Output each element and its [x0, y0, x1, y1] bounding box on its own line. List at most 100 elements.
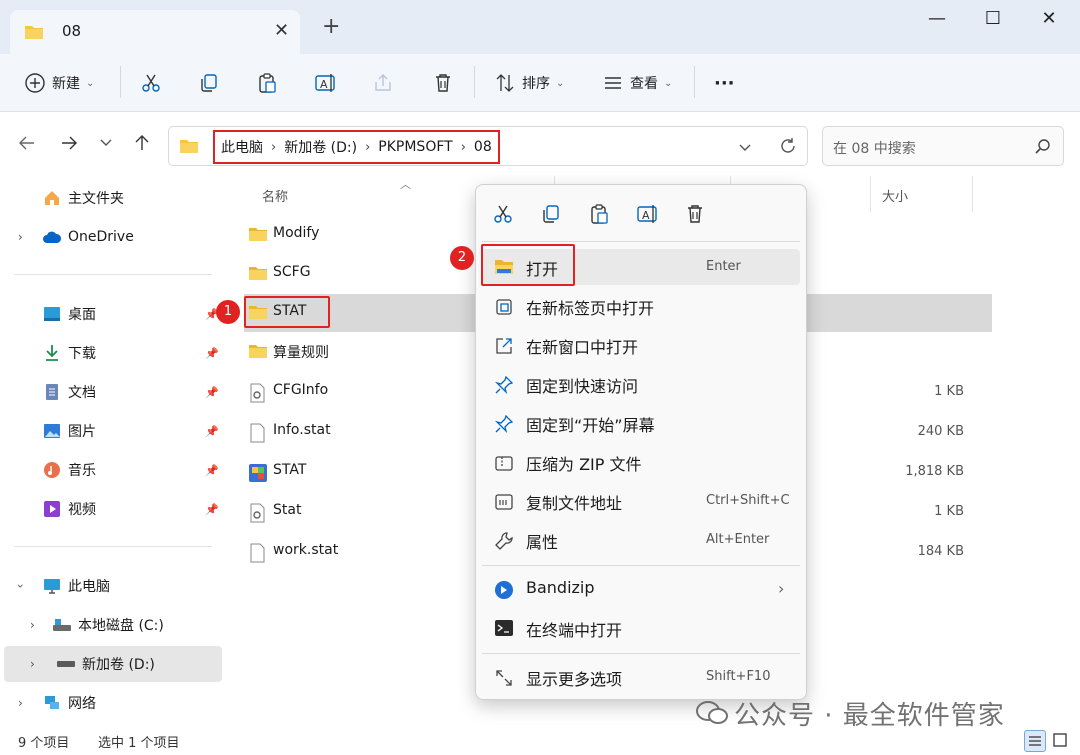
file-name: Stat — [273, 502, 302, 518]
sidebar-item-music[interactable]: 音乐 📌 — [0, 452, 222, 488]
file-size: 240 KB — [917, 424, 964, 439]
submenu-chevron-icon: › — [778, 579, 785, 598]
sidebar-item-label: 图片 — [68, 424, 96, 440]
menu-item-open-terminal[interactable]: 在终端中打开 — [482, 610, 800, 646]
rename-icon[interactable]: A — [636, 203, 660, 229]
context-menu: A 打开 Enter 在新标签页中打开 在新窗口中打开 固定到快速访问 固定到“… — [475, 184, 807, 700]
address-dropdown-icon[interactable] — [737, 139, 753, 159]
pin-icon[interactable]: 📌 — [205, 503, 219, 516]
new-label: 新建 — [52, 76, 80, 92]
column-divider[interactable] — [870, 176, 871, 212]
trash-icon — [436, 74, 450, 92]
menu-item-label: 固定到“开始”屏幕 — [526, 416, 655, 435]
crumb-separator[interactable]: › — [461, 140, 466, 155]
crumb-08[interactable]: 08 — [474, 139, 492, 155]
refresh-icon[interactable] — [779, 137, 797, 159]
recent-chevron-icon[interactable] — [98, 134, 114, 154]
sidebar-item-desktop[interactable]: 桌面 📌 — [0, 296, 222, 332]
crumb-thispc[interactable]: 此电脑 — [221, 137, 263, 157]
sidebar-item-label: OneDrive — [68, 229, 134, 245]
copy-icon[interactable] — [540, 203, 562, 229]
back-arrow-icon[interactable] — [18, 134, 36, 156]
menu-item-compress-zip[interactable]: 压缩为 ZIP 文件 — [482, 444, 800, 480]
tab-close-icon[interactable]: ✕ — [274, 20, 289, 41]
column-header-size[interactable]: 大小 — [882, 186, 908, 205]
title-bar: 08 ✕ + — ☐ ✕ — [0, 0, 1080, 54]
share-icon — [375, 74, 391, 91]
step-badge-1: 1 — [216, 300, 240, 324]
menu-item-open-new-tab[interactable]: 在新标签页中打开 — [482, 288, 800, 324]
forward-arrow-icon[interactable] — [60, 134, 78, 156]
search-box[interactable]: 在 08 中搜索 — [822, 126, 1064, 166]
up-arrow-icon[interactable] — [133, 134, 151, 156]
pin-icon[interactable]: 📌 — [205, 464, 219, 477]
sidebar-item-downloads[interactable]: 下载 📌 — [0, 335, 222, 371]
share-button[interactable] — [372, 68, 394, 98]
cut-button[interactable] — [140, 68, 162, 98]
view-button[interactable]: 查看 ⌄ — [602, 68, 672, 98]
picture-icon — [42, 421, 62, 441]
crumb-separator[interactable]: › — [365, 140, 370, 155]
new-tab-button[interactable]: + — [322, 16, 340, 38]
sort-ascending-icon: ︿ — [400, 178, 411, 191]
folder-icon — [248, 265, 268, 285]
sidebar-item-documents[interactable]: 文档 📌 — [0, 374, 222, 410]
file-name: Modify — [273, 225, 320, 241]
sidebar-item-thispc[interactable]: 此电脑 — [0, 568, 222, 604]
menu-item-show-more[interactable]: 显示更多选项 Shift+F10 — [482, 659, 800, 695]
bandizip-icon — [494, 580, 514, 600]
column-header-name[interactable]: 名称 — [262, 186, 288, 205]
crumb-pkpmsoft[interactable]: PKPMSOFT — [378, 139, 452, 155]
desktop-icon — [42, 304, 62, 324]
tiles-view-button[interactable] — [1050, 730, 1072, 752]
minimize-button[interactable]: — — [922, 8, 952, 29]
pin-icon[interactable]: 📌 — [205, 425, 219, 438]
menu-item-copy-path[interactable]: 复制文件地址 Ctrl+Shift+C — [482, 483, 800, 519]
sidebar-item-videos[interactable]: 视频 📌 — [0, 491, 222, 527]
new-button[interactable]: 新建 ⌄ — [24, 68, 94, 98]
sidebar-item-onedrive[interactable]: OneDrive — [0, 219, 222, 255]
divider — [482, 653, 800, 654]
menu-item-pin-start[interactable]: 固定到“开始”屏幕 — [482, 405, 800, 441]
menu-shortcut: Enter — [706, 259, 741, 274]
expand-chevron-icon[interactable]: › — [30, 657, 35, 671]
address-bar[interactable]: 此电脑 › 新加卷 (D:) › PKPMSOFT › 08 — [168, 126, 808, 166]
menu-item-bandizip[interactable]: Bandizip › — [482, 571, 800, 607]
delete-button[interactable] — [432, 68, 454, 98]
sidebar-item-drive-c[interactable]: 本地磁盘 (C:) — [0, 607, 222, 643]
more-options-button[interactable]: ··· — [714, 68, 735, 98]
column-divider[interactable] — [972, 176, 973, 212]
home-icon — [42, 188, 62, 208]
pin-icon[interactable]: 📌 — [205, 347, 219, 360]
sidebar-item-drive-d[interactable]: › 新加卷 (D:) — [4, 646, 222, 682]
folder-icon — [24, 24, 44, 44]
file-size: 1,818 KB — [905, 464, 964, 479]
pin-icon[interactable]: 📌 — [205, 386, 219, 399]
menu-item-properties[interactable]: 属性 Alt+Enter — [482, 522, 800, 558]
maximize-button[interactable]: ☐ — [978, 8, 1008, 29]
rename-icon: A — [315, 74, 335, 92]
plus-circle-icon — [25, 73, 45, 93]
tab-08[interactable]: 08 ✕ — [10, 10, 300, 54]
menu-item-pin-quick-access[interactable]: 固定到快速访问 — [482, 366, 800, 402]
trash-icon[interactable] — [684, 203, 706, 229]
crumb-separator[interactable]: › — [271, 140, 276, 155]
crumb-drive-d[interactable]: 新加卷 (D:) — [284, 137, 357, 157]
close-window-button[interactable]: ✕ — [1034, 8, 1064, 29]
clipboard-icon[interactable] — [588, 203, 610, 229]
sidebar-item-label: 视频 — [68, 502, 96, 518]
sidebar-item-home[interactable]: 主文件夹 — [0, 180, 222, 216]
copy-button[interactable] — [198, 68, 220, 98]
paste-button[interactable] — [256, 68, 278, 98]
rename-button[interactable]: A — [314, 68, 338, 98]
menu-item-open-new-window[interactable]: 在新窗口中打开 — [482, 327, 800, 363]
sidebar-item-network[interactable]: 网络 — [0, 685, 222, 721]
file-size: 1 KB — [934, 384, 964, 399]
details-view-button[interactable] — [1024, 730, 1046, 752]
sort-button[interactable]: 排序 ⌄ — [494, 68, 564, 98]
selection-count: 选中 1 个项目 — [98, 736, 180, 751]
clipboard-icon — [259, 73, 276, 93]
scissors-icon[interactable] — [492, 203, 514, 229]
open-external-icon — [494, 336, 514, 356]
sidebar-item-pictures[interactable]: 图片 📌 — [0, 413, 222, 449]
